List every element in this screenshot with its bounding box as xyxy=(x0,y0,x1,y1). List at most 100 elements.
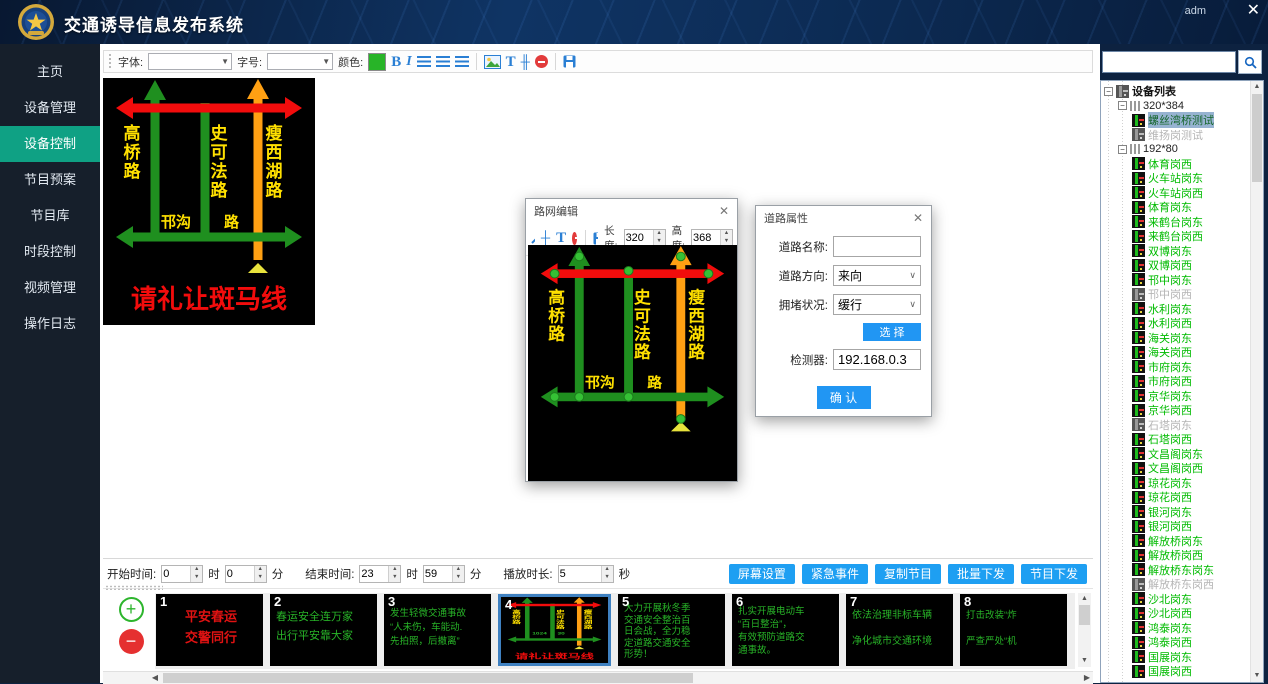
roadnet-canvas[interactable]: 高桥路史可法路瘦西湖路邗沟路 xyxy=(528,245,737,481)
image-icon[interactable] xyxy=(484,55,501,69)
height-input[interactable] xyxy=(692,230,720,246)
tree-device-item[interactable]: 来鹤台岗东 xyxy=(1101,215,1251,230)
tree-device-item[interactable]: 文昌阁岗东 xyxy=(1101,447,1251,462)
program-thumbnail[interactable]: 大力开展秋冬季交通安全整治百日会战，全力稳定道路交通安全形势！5 xyxy=(618,594,725,666)
tree-device-item[interactable]: 琼花岗西 xyxy=(1101,490,1251,505)
road-name-input[interactable] xyxy=(833,236,921,257)
spin-down-icon[interactable]: ▼ xyxy=(191,574,202,582)
spin-up-icon[interactable]: ▲ xyxy=(602,566,613,574)
scroll-left-icon[interactable]: ◀ xyxy=(149,672,161,684)
text-tool-icon[interactable]: T xyxy=(556,231,566,245)
tree-device-item[interactable]: 市府岗西 xyxy=(1101,374,1251,389)
align-left-icon[interactable] xyxy=(417,56,431,67)
program-thumbnail[interactable]: 高桥路史可法路瘦西湖路102430请礼让斑马线4 xyxy=(498,594,611,666)
roadnet-tool-icon[interactable]: ╫ xyxy=(521,55,530,69)
program-thumbnail[interactable]: 平安春运交警同行1 xyxy=(156,594,263,666)
window-close-icon[interactable]: ✕ xyxy=(1247,2,1260,20)
add-program-button[interactable]: + xyxy=(119,597,144,622)
spin-down-icon[interactable]: ▼ xyxy=(453,574,464,582)
confirm-button[interactable]: 确 认 xyxy=(817,386,871,409)
device-search-input[interactable] xyxy=(1102,51,1236,73)
edit-node-handle[interactable] xyxy=(624,266,633,275)
tree-device-item[interactable]: 邗中岗西 xyxy=(1101,287,1251,302)
tree-device-item[interactable]: 邗中岗东 xyxy=(1101,273,1251,288)
program-send-button[interactable]: 节目下发 xyxy=(1021,564,1087,584)
italic-button[interactable]: I xyxy=(406,55,411,69)
start-hour-stepper[interactable]: ▲▼ xyxy=(161,565,203,583)
text-tool-icon[interactable]: T xyxy=(506,55,516,69)
edit-node-handle[interactable] xyxy=(676,252,685,261)
program-vertical-scrollbar[interactable]: ▲ ▼ xyxy=(1078,593,1091,667)
tree-device-item[interactable]: 文昌阁岗西 xyxy=(1101,461,1251,476)
sidebar-item-device-control[interactable]: 设备控制 xyxy=(0,126,100,162)
tree-device-item[interactable]: 海关岗西 xyxy=(1101,345,1251,360)
toolbar-grip[interactable] xyxy=(108,53,113,70)
user-name[interactable]: adm xyxy=(1185,5,1206,17)
sidebar-item-program-plan[interactable]: 节目预案 xyxy=(0,162,100,198)
sidebar-item-video-management[interactable]: 视频管理 xyxy=(0,270,100,306)
tree-device-item[interactable]: 解放桥东岗东 xyxy=(1101,563,1251,578)
edit-node-handle[interactable] xyxy=(575,393,584,402)
tree-device-item[interactable]: 鸿泰岗西 xyxy=(1101,635,1251,650)
tree-device-item[interactable]: 市府岗东 xyxy=(1101,360,1251,375)
save-icon[interactable] xyxy=(593,232,598,245)
spin-up-icon[interactable]: ▲ xyxy=(389,566,400,574)
emergency-event-button[interactable]: 紧急事件 xyxy=(802,564,868,584)
tree-device-item[interactable]: 海关岗东 xyxy=(1101,331,1251,346)
start-minute-input[interactable] xyxy=(226,566,254,582)
start-hour-input[interactable] xyxy=(162,566,190,582)
tree-device-item[interactable]: 双博岗东 xyxy=(1101,244,1251,259)
tree-device-item[interactable]: 体育岗东 xyxy=(1101,200,1251,215)
close-icon[interactable]: ✕ xyxy=(719,205,729,217)
save-icon[interactable] xyxy=(563,55,576,68)
tree-group[interactable]: −192*80 xyxy=(1101,142,1251,157)
tree-device-item[interactable]: 来鹤台岗西 xyxy=(1101,229,1251,244)
road-direction-select[interactable]: 来向 ∨ xyxy=(833,265,921,286)
remove-program-button[interactable]: − xyxy=(119,629,144,654)
spin-down-icon[interactable]: ▼ xyxy=(389,574,400,582)
batch-send-button[interactable]: 批量下发 xyxy=(948,564,1014,584)
tree-device-item[interactable]: 石塔岗东 xyxy=(1101,418,1251,433)
program-thumbnail[interactable]: 扎实开展电动车“百日整治”，有效预防道路交通事故。6 xyxy=(732,594,839,666)
scroll-down-icon[interactable]: ▼ xyxy=(1251,670,1263,682)
spin-up-icon[interactable]: ▲ xyxy=(453,566,464,574)
end-minute-stepper[interactable]: ▲▼ xyxy=(423,565,465,583)
edit-node-handle[interactable] xyxy=(550,393,559,402)
tree-device-item[interactable]: 国展岗西 xyxy=(1101,664,1251,679)
tree-device-item[interactable]: 解放桥岗东 xyxy=(1101,534,1251,549)
select-detector-button[interactable]: 选 择 xyxy=(863,323,921,341)
scroll-down-icon[interactable]: ▼ xyxy=(1078,655,1091,667)
tree-device-item[interactable]: 京华岗东 xyxy=(1101,389,1251,404)
tree-device-item[interactable]: 双博岗西 xyxy=(1101,258,1251,273)
tree-device-item[interactable]: 螺丝湾桥测试 xyxy=(1101,113,1251,128)
end-hour-input[interactable] xyxy=(360,566,388,582)
tree-root[interactable]: −设备列表 xyxy=(1101,84,1251,99)
tree-device-item[interactable]: 沙北岗西 xyxy=(1101,606,1251,621)
detector-input[interactable] xyxy=(833,349,921,370)
scrollbar-thumb[interactable] xyxy=(1252,94,1262,182)
duration-input[interactable] xyxy=(559,566,601,582)
sidebar-item-operation-log[interactable]: 操作日志 xyxy=(0,306,100,342)
spin-up-icon[interactable]: ▲ xyxy=(191,566,202,574)
delete-icon[interactable] xyxy=(535,55,548,68)
collapse-icon[interactable]: − xyxy=(1118,101,1127,110)
search-button[interactable] xyxy=(1238,50,1262,74)
align-center-icon[interactable] xyxy=(436,56,450,67)
start-minute-stepper[interactable]: ▲▼ xyxy=(225,565,267,583)
edit-node-handle[interactable] xyxy=(624,393,633,402)
font-select[interactable]: ▼ xyxy=(148,53,232,70)
end-hour-stepper[interactable]: ▲▼ xyxy=(359,565,401,583)
scrollbar-thumb[interactable] xyxy=(1079,605,1090,625)
sidebar-item-time-control[interactable]: 时段控制 xyxy=(0,234,100,270)
scrollbar-thumb[interactable] xyxy=(163,673,693,683)
collapse-icon[interactable]: − xyxy=(1104,87,1113,96)
program-thumbnail[interactable]: 春运安全连万家出行平安靠大家2 xyxy=(270,594,377,666)
tree-device-item[interactable]: 火车站岗东 xyxy=(1101,171,1251,186)
spin-up-icon[interactable]: ▲ xyxy=(255,566,266,574)
end-minute-input[interactable] xyxy=(424,566,452,582)
led-preview-panel[interactable]: 高桥路史可法路瘦西湖路邗沟路请礼让斑马线 xyxy=(103,78,315,325)
scroll-up-icon[interactable]: ▲ xyxy=(1078,593,1091,605)
spin-down-icon[interactable]: ▼ xyxy=(602,574,613,582)
tree-device-item[interactable]: 水利岗西 xyxy=(1101,316,1251,331)
tree-device-item[interactable]: 银河岗西 xyxy=(1101,519,1251,534)
